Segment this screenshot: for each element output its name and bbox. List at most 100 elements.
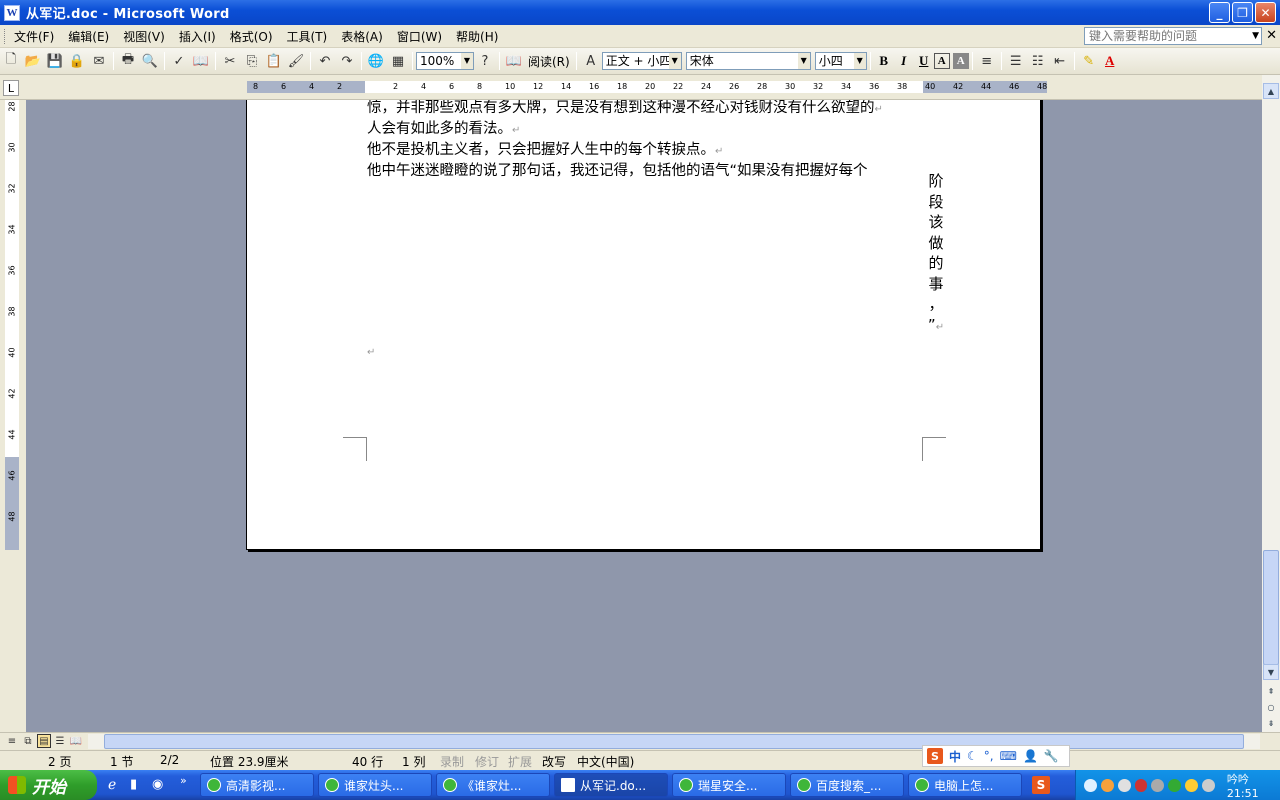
menu-edit[interactable]: 编辑(E) <box>61 28 116 45</box>
app-icon[interactable]: ▮ <box>130 777 137 792</box>
underline-icon[interactable]: U <box>914 51 934 71</box>
reading-layout-icon[interactable]: 📖 <box>69 734 83 748</box>
vertical-scrollbar[interactable]: ▲ ▼ ⇞ ○ ⇟ <box>1262 75 1280 732</box>
ie-icon[interactable]: ℯ <box>108 777 116 793</box>
punctuation-icon[interactable]: °, <box>984 749 994 763</box>
print-icon[interactable]: 🖶 <box>118 51 138 71</box>
bold-icon[interactable]: B <box>874 51 894 71</box>
tray-app-icon[interactable] <box>1100 778 1114 792</box>
keyboard-icon[interactable]: ⌨ <box>1000 749 1017 763</box>
tray-app-icon[interactable] <box>1168 778 1182 792</box>
normal-view-icon[interactable]: ≡ <box>5 734 19 748</box>
redo-icon[interactable]: ↷ <box>337 51 357 71</box>
previous-page-icon[interactable]: ⇞ <box>1263 683 1279 699</box>
chevron-down-icon[interactable]: ▼ <box>668 53 681 69</box>
read-icon[interactable]: 📖 <box>504 51 524 71</box>
tools-icon[interactable]: 🔧 <box>1044 749 1059 763</box>
status-rec[interactable]: 录制 <box>440 753 464 770</box>
close-button[interactable]: ✕ <box>1255 2 1276 23</box>
save-icon[interactable]: 💾 <box>45 51 65 71</box>
undo-icon[interactable]: ↶ <box>315 51 335 71</box>
menu-file[interactable]: 文件(F) <box>7 28 61 45</box>
browser-icon[interactable]: ◉ <box>152 777 163 792</box>
moon-icon[interactable]: ☾ <box>967 749 978 763</box>
quicklaunch-more-icon[interactable]: » <box>180 774 187 787</box>
web-layout-icon[interactable]: ⧉ <box>21 734 35 748</box>
char-shading-icon[interactable]: A <box>952 53 969 69</box>
cut-icon[interactable]: ✂ <box>220 51 240 71</box>
menu-view[interactable]: 视图(V) <box>116 28 172 45</box>
menu-tools[interactable]: 工具(T) <box>280 28 335 45</box>
menu-window[interactable]: 窗口(W) <box>390 28 449 45</box>
restore-button[interactable]: ❐ <box>1232 2 1253 23</box>
status-ext[interactable]: 扩展 <box>508 753 532 770</box>
outline-view-icon[interactable]: ☰ <box>53 734 67 748</box>
task-button[interactable]: 百度搜索_... <box>790 773 904 797</box>
chevron-down-icon[interactable]: ▼ <box>797 53 810 69</box>
horizontal-scrollbar[interactable] <box>88 734 1260 749</box>
tray-security-icon[interactable] <box>1185 778 1199 792</box>
sogou-icon[interactable]: S <box>927 748 943 764</box>
font-size-select[interactable]: 小四 ▼ <box>814 52 867 70</box>
font-color-icon[interactable]: A <box>1100 51 1120 71</box>
task-button-word[interactable]: 从军记.do... <box>554 773 668 797</box>
select-browse-object-icon[interactable]: ○ <box>1263 699 1279 715</box>
scroll-down-icon[interactable]: ▼ <box>1263 664 1279 680</box>
chevron-down-icon[interactable]: ▼ <box>1252 28 1259 44</box>
copy-icon[interactable]: ⎘ <box>242 51 262 71</box>
font-select[interactable]: 宋体 ▼ <box>685 52 811 70</box>
ime-mode[interactable]: 中 <box>949 748 961 765</box>
tab-stop-selector[interactable]: L <box>3 80 19 96</box>
align-center-icon[interactable]: ≡ <box>977 51 997 71</box>
start-button[interactable]: 开始 <box>0 770 97 800</box>
menu-help[interactable]: 帮助(H) <box>449 28 505 45</box>
paste-icon[interactable]: 📋 <box>264 51 284 71</box>
task-button[interactable]: 《谁家灶... <box>436 773 550 797</box>
minimize-button[interactable]: _ <box>1209 2 1230 23</box>
menu-insert[interactable]: 插入(I) <box>172 28 223 45</box>
task-button[interactable]: 电脑上怎... <box>908 773 1022 797</box>
task-button[interactable]: 谁家灶头... <box>318 773 432 797</box>
styles-icon[interactable]: A <box>581 51 601 71</box>
tray-app-icon[interactable] <box>1202 778 1215 792</box>
email-icon[interactable]: ✉ <box>89 51 109 71</box>
print-layout-icon[interactable]: ▤ <box>37 734 51 748</box>
menu-format[interactable]: 格式(O) <box>223 28 280 45</box>
spelling-icon[interactable]: ✓ <box>169 51 189 71</box>
status-ovr[interactable]: 改写 <box>542 753 566 770</box>
research-icon[interactable]: 📖 <box>191 51 211 71</box>
permission-icon[interactable]: 🔒 <box>67 51 87 71</box>
new-icon[interactable]: 🗋 <box>1 51 21 71</box>
scroll-thumb[interactable] <box>1263 550 1279 665</box>
menu-table[interactable]: 表格(A) <box>334 28 390 45</box>
task-button[interactable]: 高清影视... <box>200 773 314 797</box>
highlight-icon[interactable]: ✎ <box>1079 51 1099 71</box>
table-icon[interactable]: ▦ <box>388 51 408 71</box>
tray-network-icon[interactable] <box>1134 778 1148 792</box>
scroll-thumb[interactable] <box>104 734 1244 749</box>
clock[interactable]: 吟吟21:51 <box>1227 771 1280 800</box>
tray-app-icon[interactable] <box>1117 778 1131 792</box>
zoom-select[interactable]: 100% ▼ <box>416 52 474 70</box>
help-search-input[interactable]: 键入需要帮助的问题 ▼ <box>1084 27 1262 45</box>
next-page-icon[interactable]: ⇟ <box>1263 715 1279 731</box>
read-button[interactable]: 阅读(R) <box>528 53 570 70</box>
horizontal-ruler[interactable]: 8 6 4 2 2 4 6 8 10 12 14 16 18 20 22 24 26 28 30 32 34 36 38 40… <box>247 81 1047 93</box>
document-page[interactable]: 包其规，从小其的不屋劣见往，我所由开到了很多他对人生许知的观点，有点吃 惊，并非… <box>246 100 1041 550</box>
scroll-up-icon[interactable]: ▲ <box>1263 83 1279 99</box>
status-trk[interactable]: 修订 <box>475 753 499 770</box>
italic-icon[interactable]: I <box>894 51 914 71</box>
style-select[interactable]: 正文 + 小四 ▼ <box>601 52 682 70</box>
vertical-ruler[interactable]: 28 30 32 34 36 38 40 42 44 46 48 <box>5 100 19 550</box>
hyperlink-icon[interactable]: 🌐 <box>366 51 386 71</box>
user-icon[interactable]: 👤 <box>1023 749 1038 763</box>
decrease-indent-icon[interactable]: ⇤ <box>1050 51 1070 71</box>
document-area[interactable]: 包其规，从小其的不屋劣见往，我所由开到了很多他对人生许知的观点，有点吃 惊，并非… <box>26 100 1262 732</box>
help-icon[interactable]: ? <box>475 51 495 71</box>
sogou-icon[interactable]: S <box>1032 776 1050 794</box>
chevron-down-icon[interactable]: ▼ <box>853 53 866 69</box>
open-icon[interactable]: 📂 <box>23 51 43 71</box>
numbering-icon[interactable]: ☰ <box>1006 51 1026 71</box>
print-preview-icon[interactable]: 🔍 <box>140 51 160 71</box>
char-border-icon[interactable]: A <box>933 53 950 69</box>
